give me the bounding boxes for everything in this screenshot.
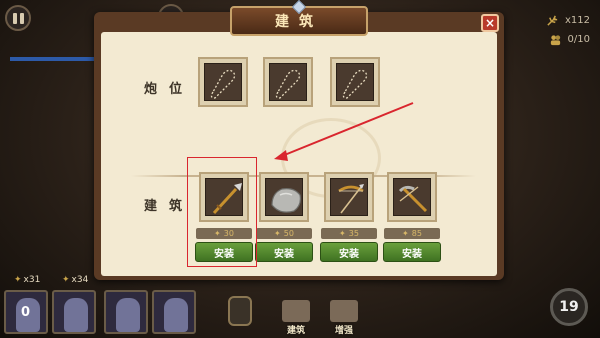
highlight-box — [187, 157, 257, 267]
game-screen: x112 0/10 ✦ x31 ✦ x34 0 建筑 增强 19 建筑 × 炮位 — [0, 0, 600, 338]
unit-slot-2[interactable] — [52, 290, 96, 334]
wheat-icon: ✦ — [339, 229, 346, 238]
bow-icon — [338, 184, 364, 214]
tab-label: 建筑 — [286, 326, 305, 336]
cost-badge: ✦ 85 — [384, 228, 440, 239]
cannon-slot-3[interactable] — [330, 57, 380, 107]
building-item-stone[interactable] — [259, 172, 309, 222]
tab-label: 增强 — [334, 326, 353, 336]
install-button[interactable]: 安装 — [255, 242, 313, 262]
population-icon — [550, 35, 560, 46]
crossbow-icon — [398, 185, 428, 213]
close-button[interactable]: × — [481, 14, 499, 32]
unit-figure — [64, 298, 88, 332]
unit-slot-3[interactable] — [104, 290, 148, 334]
building-item-bow[interactable] — [324, 172, 374, 222]
wheat-icon: ✦ — [274, 229, 281, 238]
tab-enhance[interactable]: 增强 — [322, 300, 366, 336]
unit-count-1: ✦ x31 — [14, 275, 40, 285]
section-label-cannon: 炮位 — [144, 82, 195, 97]
cost-value: 35 — [348, 229, 359, 238]
build-dialog: 建筑 × 炮位 建筑 ✦ 30 安装 ✦ 50 安装 ✦ 35 安装 ✦ 85 … — [94, 0, 504, 280]
unit-count-text: x31 — [23, 275, 41, 285]
wheat-icon: ✦ — [14, 275, 22, 285]
hero-button[interactable] — [228, 296, 252, 326]
cannon-slot-2[interactable] — [263, 57, 313, 107]
pause-icon — [11, 9, 25, 28]
unit-count-2: ✦ x34 — [62, 275, 88, 285]
unit-figure — [116, 298, 140, 332]
tower-icon — [330, 300, 358, 322]
install-button[interactable]: 安装 — [383, 242, 441, 262]
pause-button[interactable] — [5, 5, 31, 31]
tab-build[interactable]: 建筑 — [274, 300, 318, 336]
wave-counter: 19 — [550, 288, 588, 326]
close-icon: × — [484, 16, 496, 30]
population-count: 0/10 — [567, 34, 590, 45]
unit-slot-1[interactable]: 0 — [4, 290, 48, 334]
resource-counter: x112 — [546, 14, 590, 27]
cost-badge: ✦ 50 — [256, 228, 312, 239]
empty-dashed-slot-icon — [210, 69, 236, 99]
wave-number: 19 — [559, 299, 579, 315]
population-counter: 0/10 — [549, 33, 590, 46]
unit-slot-4[interactable] — [152, 290, 196, 334]
unit-figure — [164, 298, 188, 332]
install-button[interactable]: 安装 — [320, 242, 378, 262]
dialog-panel: 炮位 建筑 ✦ 30 安装 ✦ 50 安装 ✦ 35 安装 ✦ 85 安装 — [101, 32, 497, 276]
cannon-slot-1[interactable] — [198, 57, 248, 107]
stone-icon — [271, 188, 301, 213]
empty-dashed-slot-icon — [275, 69, 301, 99]
resource-count: x112 — [564, 15, 590, 26]
empty-dashed-slot-icon — [342, 69, 368, 99]
wheat-icon: ✦ — [402, 229, 409, 238]
cost-value: 50 — [283, 229, 294, 238]
wheat-icon: ✦ — [62, 275, 70, 285]
base-health-bar — [10, 57, 105, 61]
unit-count-text: x34 — [71, 275, 89, 285]
wheat-icon — [547, 15, 558, 26]
cost-value: 85 — [411, 229, 422, 238]
cost-badge: ✦ 35 — [321, 228, 377, 239]
building-item-crossbow[interactable] — [387, 172, 437, 222]
unit-cooldown-count: 0 — [21, 305, 31, 320]
building-icon — [282, 300, 310, 322]
